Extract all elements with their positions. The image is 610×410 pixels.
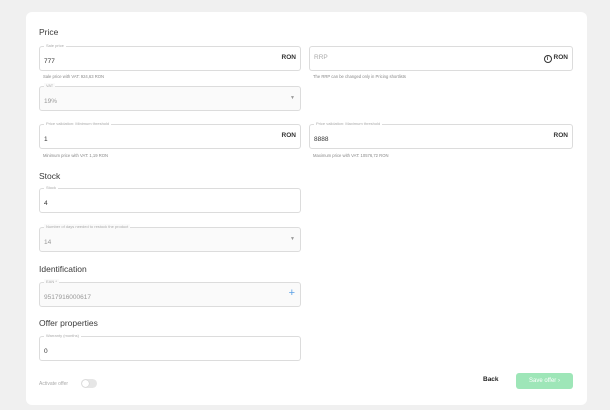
min-price-field[interactable]: Price validation: Minimum threshold 1 RO…	[39, 121, 301, 149]
max-price-currency: RON	[553, 132, 568, 139]
vat-label: VAT	[44, 83, 56, 89]
warranty-label: Warranty (months)	[44, 333, 81, 339]
ean-label: EAN *	[44, 279, 59, 285]
stock-value: 4	[44, 200, 48, 207]
toggle-knob	[82, 380, 89, 387]
chevron-down-icon: ▼	[290, 236, 295, 242]
info-circle-icon[interactable]: i	[543, 55, 552, 63]
identification-section-title: Identification	[39, 264, 87, 274]
min-price-label: Price validation: Minimum threshold	[44, 121, 112, 127]
vat-value: 19%	[44, 98, 58, 105]
rrp-placeholder: RRP	[314, 54, 328, 61]
handling-time-label: Number of days needed to restock the pro…	[44, 224, 131, 230]
max-price-helper: Maximum price with VAT: 10576,72 RON	[313, 153, 389, 158]
stock-section-title: Stock	[39, 171, 61, 181]
offer-form-card: Price Sale price 777 RON Sale price with…	[26, 12, 587, 405]
min-price-currency: RON	[281, 132, 296, 139]
sale-price-label: Sale price	[44, 43, 66, 49]
warranty-value: 0	[44, 348, 48, 355]
rrp-helper: The RRP can be changed only in Pricing s…	[313, 74, 407, 79]
rrp-field[interactable]: RRP i RON	[309, 46, 573, 71]
stock-label: Stock	[44, 185, 59, 191]
activate-offer-label: Activate offer	[39, 381, 69, 387]
vat-select[interactable]: VAT 19% ▼	[39, 83, 301, 111]
ean-value: 9517916000617	[44, 294, 91, 301]
sale-price-value: 777	[44, 58, 55, 65]
plus-icon[interactable]: +	[289, 288, 295, 299]
rrp-currency: RON	[553, 54, 568, 61]
stock-field[interactable]: Stock 4	[39, 185, 301, 213]
handling-time-value: 14	[44, 239, 52, 246]
sale-price-field[interactable]: Sale price 777 RON	[39, 43, 301, 71]
price-section-title: Price	[39, 27, 59, 37]
activate-offer-toggle[interactable]	[81, 379, 97, 388]
min-price-helper: Minimum price with VAT: 1,19 RON	[43, 153, 108, 158]
sale-price-helper: Sale price with VAT: 924,63 RON	[43, 74, 105, 79]
max-price-value: 8888	[314, 136, 329, 143]
save-offer-button[interactable]: Save offer ›	[516, 373, 573, 389]
warranty-field[interactable]: Warranty (months) 0	[39, 333, 301, 361]
max-price-label: Price validation: Maximum threshold	[314, 121, 383, 127]
chevron-down-icon: ▼	[290, 95, 295, 101]
min-price-value: 1	[44, 136, 48, 143]
sale-price-currency: RON	[281, 54, 296, 61]
offer-properties-section-title: Offer properties	[39, 318, 98, 328]
ean-field[interactable]: EAN * 9517916000617 +	[39, 279, 301, 307]
handling-time-select[interactable]: Number of days needed to restock the pro…	[39, 224, 301, 252]
back-button[interactable]: Back	[483, 376, 499, 383]
rrp-suffix: i RON	[543, 54, 568, 63]
max-price-field[interactable]: Price validation: Maximum threshold 8888…	[309, 121, 573, 149]
